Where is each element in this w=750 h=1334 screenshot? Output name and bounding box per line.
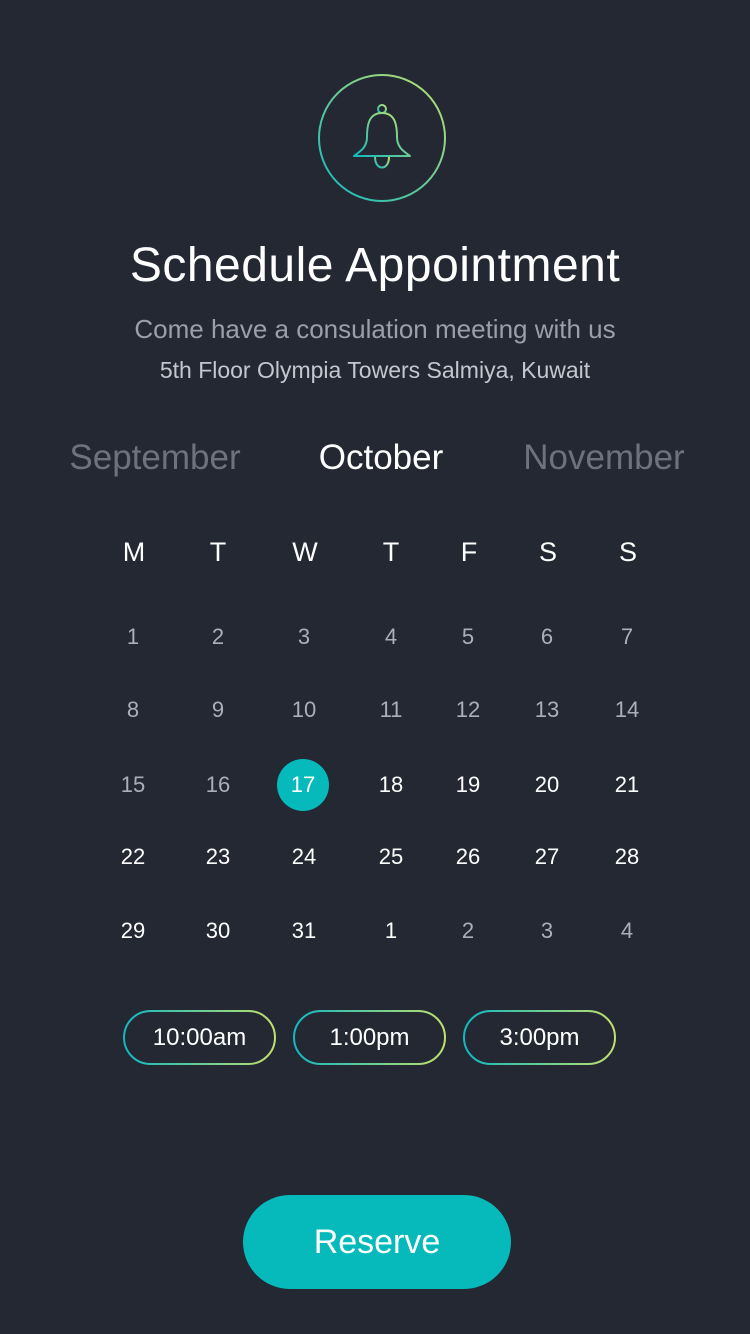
calendar-day[interactable]: 30 (188, 905, 248, 957)
calendar-day[interactable]: 12 (438, 684, 498, 736)
calendar-day[interactable]: 26 (438, 831, 498, 883)
calendar-day[interactable]: 19 (438, 759, 498, 811)
calendar-day[interactable]: 6 (517, 611, 577, 663)
page-subtitle: Come have a consulation meeting with us (134, 314, 616, 344)
weekday-header: T (209, 537, 227, 567)
calendar-day[interactable]: 28 (597, 831, 657, 883)
calendar-day[interactable]: 25 (361, 831, 421, 883)
bell-icon (317, 73, 447, 203)
calendar-day[interactable]: 9 (188, 684, 248, 736)
calendar-day-next-month[interactable]: 4 (597, 905, 657, 957)
calendar-day[interactable]: 13 (517, 684, 577, 736)
calendar-day[interactable]: 23 (188, 831, 248, 883)
time-slot-label: 10:00am (152, 1024, 247, 1051)
weekday-header: M (122, 537, 146, 567)
calendar-day[interactable]: 20 (517, 759, 577, 811)
month-next[interactable]: November (494, 438, 714, 478)
calendar-day-next-month[interactable]: 2 (438, 905, 498, 957)
weekday-header: F (460, 537, 478, 567)
time-slot-button[interactable]: 10:00am (123, 1010, 276, 1065)
weekday-header: S (538, 537, 557, 567)
calendar-day[interactable]: 5 (438, 611, 498, 663)
calendar-day[interactable]: 24 (274, 831, 334, 883)
calendar-day[interactable]: 7 (597, 611, 657, 663)
calendar-day[interactable]: 18 (361, 759, 421, 811)
time-slot-button[interactable]: 3:00pm (463, 1010, 616, 1065)
calendar-day[interactable]: 2 (188, 611, 248, 663)
month-prev[interactable]: September (40, 438, 270, 478)
calendar-day-next-month[interactable]: 1 (361, 905, 421, 957)
calendar-day[interactable]: 16 (188, 759, 248, 811)
weekday-header: W (292, 537, 318, 567)
calendar-day[interactable]: 11 (361, 684, 421, 736)
calendar-day[interactable]: 8 (103, 684, 163, 736)
month-current: October (318, 438, 444, 477)
time-slot-label: 1:00pm (329, 1024, 410, 1051)
calendar-day[interactable]: 1 (103, 611, 163, 663)
page-title: Schedule Appointment (129, 239, 621, 292)
time-slot-label: 3:00pm (499, 1024, 580, 1051)
weekday-header: T (382, 537, 400, 567)
calendar-day[interactable]: 31 (274, 905, 334, 957)
calendar-day[interactable]: 15 (103, 759, 163, 811)
calendar-day[interactable]: 10 (274, 684, 334, 736)
calendar-day[interactable]: 22 (103, 831, 163, 883)
calendar-day-selected[interactable]: 17 (277, 759, 329, 811)
calendar-day-next-month[interactable]: 3 (517, 905, 577, 957)
calendar-day[interactable]: 21 (597, 759, 657, 811)
weekday-header: S (618, 537, 637, 567)
address-text: 5th Floor Olympia Towers Salmiya, Kuwait (159, 357, 591, 383)
calendar-day[interactable]: 27 (517, 831, 577, 883)
reserve-button[interactable]: Reserve (243, 1195, 511, 1289)
calendar-day[interactable]: 4 (361, 611, 421, 663)
calendar-day[interactable]: 3 (274, 611, 334, 663)
calendar-day[interactable]: 14 (597, 684, 657, 736)
calendar-day[interactable]: 29 (103, 905, 163, 957)
time-slot-button[interactable]: 1:00pm (293, 1010, 446, 1065)
